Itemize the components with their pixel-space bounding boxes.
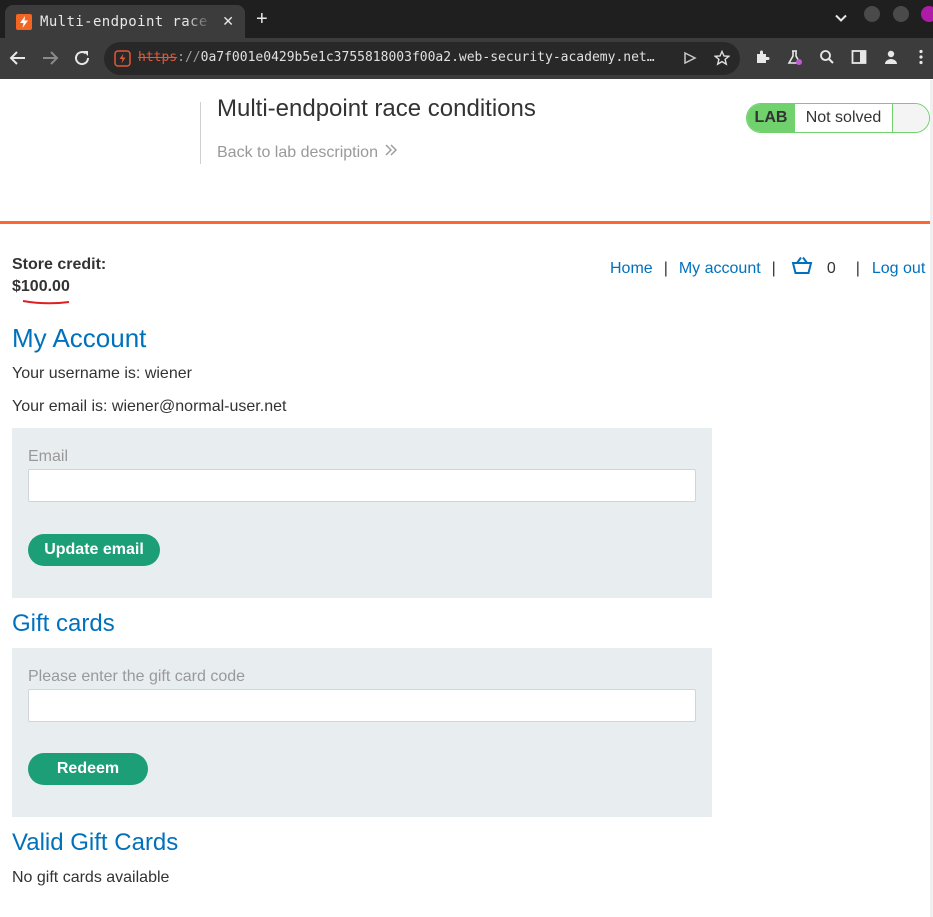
browser-tab-bar: Multi-endpoint race conditions ✕ + [0, 0, 933, 38]
back-to-lab-description-link[interactable]: Back to lab description [217, 143, 398, 162]
send-tab-icon[interactable] [683, 51, 697, 70]
shopping-basket-icon [791, 256, 813, 281]
redeem-gift-card-form: Please enter the gift card code Redeem [12, 648, 712, 817]
header-divider [200, 102, 201, 164]
url-text[interactable]: https://0a7f001e0429b5e1c3755818003f00a2… [138, 50, 678, 65]
redeem-button[interactable]: Redeem [28, 753, 148, 785]
email-line: Your email is: wiener@normal-user.net [12, 398, 287, 415]
extensions-puzzle-icon[interactable] [754, 49, 771, 71]
new-tab-icon[interactable]: + [256, 9, 268, 29]
forward-arrow-icon[interactable] [41, 49, 59, 72]
close-tab-icon[interactable]: ✕ [222, 13, 234, 29]
back-arrow-icon[interactable] [9, 49, 27, 72]
double-chevron-right-icon [384, 143, 398, 162]
username-line: Your username is: wiener [12, 365, 192, 382]
gift-cards-heading: Gift cards [12, 610, 115, 637]
not-secure-icon[interactable] [114, 50, 131, 72]
profile-avatar-icon[interactable] [883, 49, 899, 70]
valid-gift-cards-heading: Valid Gift Cards [12, 829, 179, 856]
kebab-menu-icon[interactable] [918, 49, 924, 70]
lab-title: Multi-endpoint race conditions [217, 95, 536, 122]
maximize-window-icon[interactable] [893, 6, 909, 22]
email-field-label: Email [28, 448, 69, 465]
tab-title: Multi-endpoint race conditions [40, 13, 212, 30]
lab-status-label: LAB [747, 104, 795, 132]
top-navigation: Home | My account | 0 | Log out [610, 256, 925, 281]
reload-icon[interactable] [73, 49, 91, 72]
header-accent-bar [0, 221, 930, 224]
address-bar[interactable]: https://0a7f001e0429b5e1c3755818003f00a2… [104, 42, 740, 75]
side-panel-icon[interactable] [851, 49, 867, 70]
lab-status-indicator [893, 104, 929, 132]
gift-card-code-input[interactable] [28, 689, 696, 722]
tab-search-chevron-icon[interactable] [834, 11, 848, 30]
nav-log-out-link[interactable]: Log out [872, 260, 925, 278]
back-link-label: Back to lab description [217, 143, 378, 161]
cart-count: 0 [826, 259, 836, 277]
minimize-window-icon[interactable] [864, 6, 880, 22]
lab-status-text: Not solved [795, 104, 893, 132]
store-credit-label: Store credit: [12, 256, 107, 273]
my-account-heading: My Account [12, 323, 147, 353]
red-underline-annotation [22, 293, 70, 311]
close-window-icon[interactable] [921, 6, 933, 22]
no-gift-cards-text: No gift cards available [12, 869, 170, 886]
cart-link[interactable]: 0 [791, 256, 836, 281]
zoom-search-icon[interactable] [819, 49, 835, 70]
bookmark-star-icon[interactable] [713, 49, 731, 71]
email-input[interactable] [28, 469, 696, 502]
nav-my-account-link[interactable]: My account [679, 260, 761, 278]
lightning-favicon-icon [16, 13, 32, 30]
browser-tab[interactable]: Multi-endpoint race conditions ✕ [5, 5, 245, 38]
lab-status-badge: LAB Not solved [746, 103, 930, 133]
lab-flask-icon[interactable] [786, 49, 803, 71]
gift-card-code-label: Please enter the gift card code [28, 668, 246, 685]
browser-toolbar: https://0a7f001e0429b5e1c3755818003f00a2… [0, 38, 933, 79]
update-email-form: Email Update email [12, 428, 712, 598]
nav-home-link[interactable]: Home [610, 260, 653, 278]
update-email-button[interactable]: Update email [28, 534, 160, 566]
